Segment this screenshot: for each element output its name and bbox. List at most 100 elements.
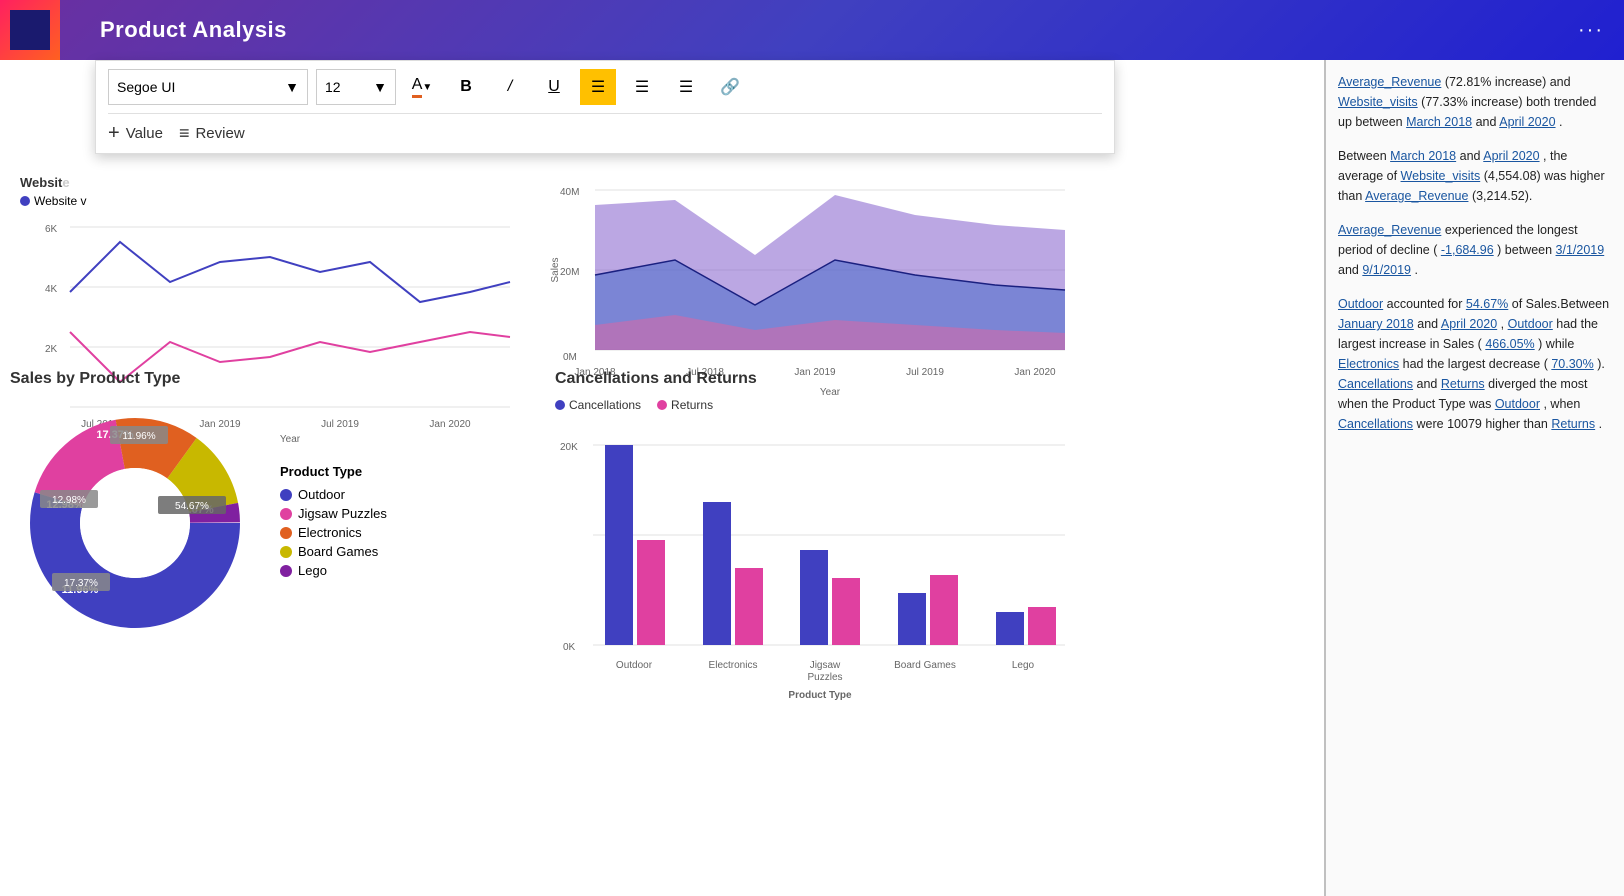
jigsaw-pct-text: 17.37% [64,578,98,589]
jigsaw-cancel-bar [800,550,828,645]
cancellations-legend-item: Cancellations [555,398,641,412]
website-legend: Website v [20,194,540,208]
header: Product Analysis ··· [0,0,1624,60]
electronics-return-bar [735,568,763,645]
returns-label: Returns [671,398,713,412]
electronics-cancel-bar [703,502,731,645]
font-color-button[interactable]: A ▼ [404,69,440,105]
avg-revenue-link1[interactable]: Average_Revenue [1338,75,1441,89]
y-20m: 20M [560,267,579,278]
review-label: Review [195,125,244,142]
increase-pct-link[interactable]: 466.05% [1485,337,1534,351]
para4-text10: , when [1543,397,1580,411]
cancellations-link[interactable]: Cancellations [1338,377,1413,391]
bold-button[interactable]: B [448,69,484,105]
insight-para1: Average_Revenue (72.81% increase) and We… [1338,72,1612,132]
link-button[interactable]: 🔗 [712,69,748,105]
date-end-link[interactable]: 9/1/2019 [1362,263,1411,277]
font-size-chevron: ▼ [373,79,387,95]
y-40m: 40M [560,187,579,198]
march2018-link2[interactable]: March 2018 [1390,149,1456,163]
font-color-icon: A [412,76,423,98]
electronics-dot [280,527,292,539]
underline-icon: U [548,78,560,96]
main-content: Segoe UI ▼ 12 ▼ A ▼ B [0,60,1624,896]
legend-boardgames: Board Games [280,544,387,559]
font-size-value: 12 [325,79,341,95]
sales-y-title: Sales [550,257,561,282]
boardgames-return-bar [930,575,958,645]
march2018-link[interactable]: March 2018 [1406,115,1472,129]
align-left-button[interactable]: ☰ [580,69,616,105]
donut-svg: 54.67% 17.37% 12.98% 11.96% 54.67% 12.98… [10,398,260,648]
font-size-select[interactable]: 12 ▼ [316,69,396,105]
x-boardgames: Board Games [894,660,956,671]
para2-between: Between [1338,149,1390,163]
cancellations-link2[interactable]: Cancellations [1338,417,1413,431]
align-center-button[interactable]: ☰ [624,69,660,105]
toolbar-row2: + Value ≡ Review [108,114,1102,145]
add-value-action[interactable]: + Value [108,122,163,145]
para4-and: and [1417,317,1441,331]
outdoor-label: Outdoor [298,487,345,502]
logo [0,0,60,60]
cancellations-dot [555,400,565,410]
cancel-legend: Cancellations Returns [555,398,1095,412]
jigsaw-label: Jigsaw Puzzles [298,506,387,521]
para4-text6: had the largest decrease ( [1403,357,1548,371]
review-action[interactable]: ≡ Review [179,123,245,144]
header-menu-dots[interactable]: ··· [1578,19,1604,42]
x-electronics: Electronics [709,660,758,671]
april2020-link2[interactable]: April 2020 [1483,149,1539,163]
cancellations-bar-svg: 20K 0K [555,420,1075,720]
returns-link2[interactable]: Returns [1551,417,1595,431]
x-axis-title-cancel: Product Type [788,690,852,701]
decline-value-link[interactable]: -1,684.96 [1441,243,1494,257]
underline-button[interactable]: U [536,69,572,105]
boardgames-pct-text: 11.96% [122,431,155,442]
italic-button[interactable]: / [492,69,528,105]
website-visits-link2[interactable]: Website_visits [1401,169,1481,183]
para1-end: . [1559,115,1562,129]
electronics-link[interactable]: Electronics [1338,357,1399,371]
website-visits-link1[interactable]: Website_visits [1338,95,1418,109]
returns-link[interactable]: Returns [1441,377,1485,391]
outdoor-pct-text: 54.67% [175,501,209,512]
april2020-link1[interactable]: April 2020 [1499,115,1555,129]
align-right-button[interactable]: ☰ [668,69,704,105]
para4-end: . [1599,417,1602,431]
april2020-link3[interactable]: April 2020 [1441,317,1497,331]
para1-and: and [1476,115,1500,129]
insight-para2: Between March 2018 and April 2020 , the … [1338,146,1612,206]
donut-wrapper: 54.67% 17.37% 12.98% 11.96% 54.67% 12.98… [10,398,540,648]
avg-revenue-link2[interactable]: Average_Revenue [1365,189,1468,203]
outdoor-pct-link[interactable]: 54.67% [1466,297,1508,311]
outdoor-return-bar [637,540,665,645]
lego-dot [280,565,292,577]
returns-legend-item: Returns [657,398,713,412]
website-legend-dot [20,196,30,206]
y-label-4k: 4K [45,284,58,295]
y-label-2k: 2K [45,344,58,355]
jan2018-link[interactable]: January 2018 [1338,317,1414,331]
para4-text2: of Sales.Between [1512,297,1609,311]
website-legend-label: Website v [34,194,86,208]
para1-text1: (72.81% increase) and [1445,75,1571,89]
website-chart-title: Website [20,175,540,190]
para4-text7: ). [1597,357,1605,371]
logo-inner [10,10,50,50]
para2-and: and [1460,149,1484,163]
outdoor-link1[interactable]: Outdoor [1338,297,1383,311]
outdoor-link2[interactable]: Outdoor [1508,317,1553,331]
avg-revenue-link3[interactable]: Average_Revenue [1338,223,1441,237]
lego-return-bar [1028,607,1056,645]
decrease-pct-link[interactable]: 70.30% [1551,357,1593,371]
y-20k: 20K [560,442,578,453]
outdoor-link3[interactable]: Outdoor [1495,397,1540,411]
donut-center [80,468,190,578]
outdoor-cancel-bar [605,445,633,645]
toolbar-row1: Segoe UI ▼ 12 ▼ A ▼ B [108,69,1102,114]
date-start-link[interactable]: 3/1/2019 [1556,243,1605,257]
right-panel: Average_Revenue (72.81% increase) and We… [1324,60,1624,896]
font-family-select[interactable]: Segoe UI ▼ [108,69,308,105]
